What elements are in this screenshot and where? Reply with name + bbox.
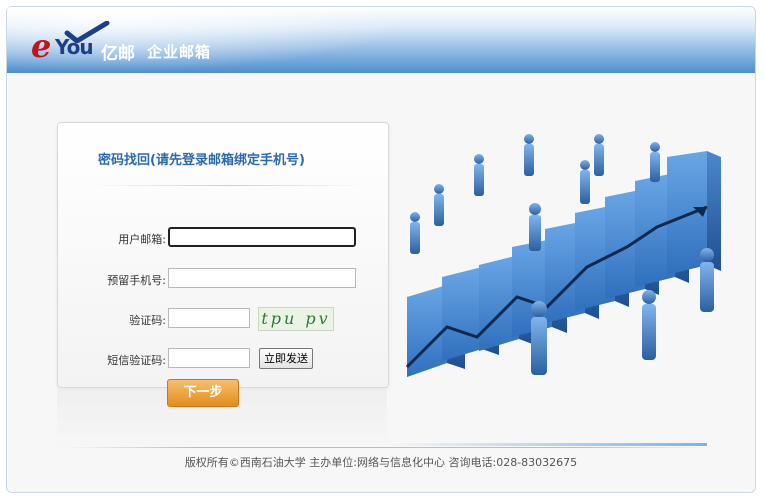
header-bar: e You 亿邮 企业邮箱 — [7, 7, 755, 73]
divider — [88, 185, 368, 186]
page-frame: e You 亿邮 企业邮箱 密码找回(请先登录邮箱绑定手机号) 用户邮箱: 预留… — [6, 6, 756, 493]
phone-field[interactable] — [168, 268, 356, 288]
business-growth-illustration — [405, 134, 721, 377]
phone-label: 预留手机号: — [107, 274, 166, 287]
email-field[interactable] — [168, 227, 356, 247]
next-step-button[interactable]: 下一步 — [167, 379, 239, 407]
sms-code-field[interactable] — [168, 348, 250, 368]
password-recovery-panel: 密码找回(请先登录邮箱绑定手机号) 用户邮箱: 预留手机号: 验证码: tpu … — [57, 122, 389, 388]
captcha-label: 验证码: — [129, 314, 166, 327]
footer-divider — [67, 447, 707, 448]
brand-subtitle: 企业邮箱 — [147, 43, 212, 61]
sms-row: 短信验证码: 立即发送 — [58, 348, 388, 372]
send-sms-button[interactable]: 立即发送 — [259, 348, 313, 369]
footer-text: 版权所有©西南石油大学 主办单位:网络与信息化中心 咨询电话:028-83032… — [184, 456, 578, 469]
email-row: 用户邮箱: — [58, 227, 388, 251]
sms-label: 短信验证码: — [107, 354, 166, 367]
footer-accent — [387, 443, 707, 446]
panel-title: 密码找回(请先登录邮箱绑定手机号) — [98, 153, 305, 168]
captcha-field[interactable] — [168, 308, 250, 328]
captcha-row: 验证码: tpu pv — [58, 307, 388, 332]
eyou-logo: e You 亿邮 — [31, 21, 161, 65]
captcha-image[interactable]: tpu pv — [258, 307, 334, 331]
phone-row: 预留手机号: — [58, 268, 388, 292]
email-label: 用户邮箱: — [118, 233, 166, 246]
